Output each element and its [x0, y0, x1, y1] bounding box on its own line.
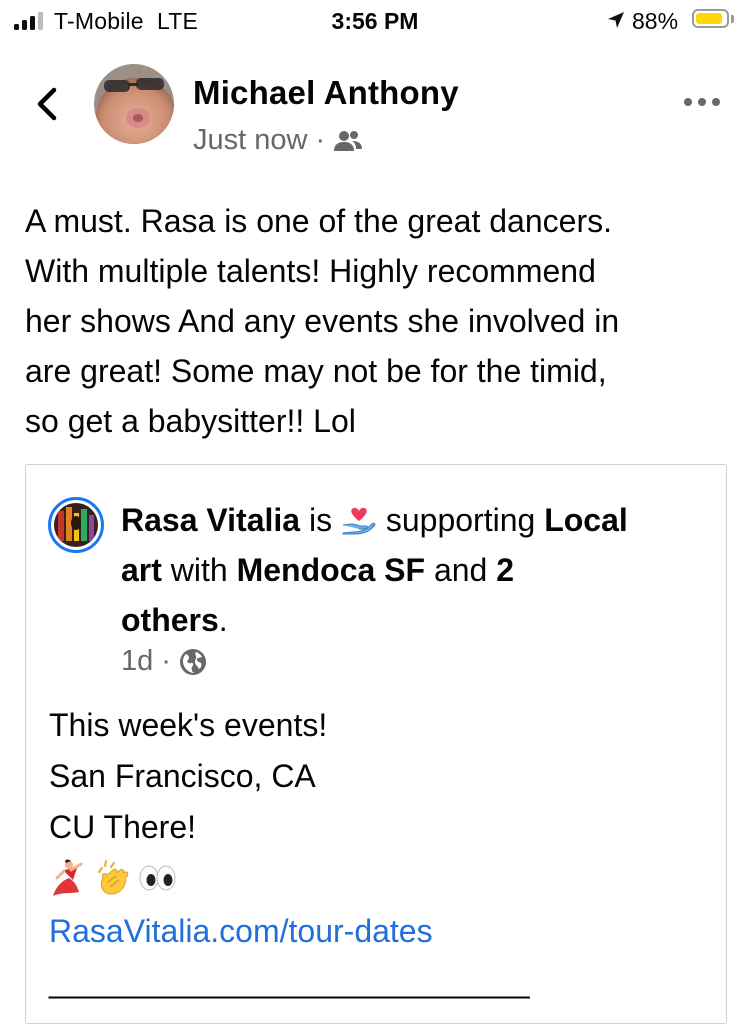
post-meta: Just now ·: [193, 124, 363, 157]
more-options-button[interactable]: [684, 96, 720, 108]
heart-hand-icon: [342, 507, 376, 535]
battery-percent: 88%: [632, 8, 679, 34]
status-bar: T-Mobile LTE 3:56 PM 88%: [0, 0, 750, 42]
friends-icon[interactable]: [333, 129, 363, 153]
emoji-row: [49, 858, 177, 898]
location-arrow-icon: [608, 12, 624, 28]
shared-tagged-page[interactable]: Mendoca SF: [237, 552, 425, 588]
author-avatar[interactable]: [94, 64, 174, 144]
clapping-hands-icon: [98, 860, 129, 895]
author-name[interactable]: Michael Anthony: [193, 74, 459, 112]
shared-body-line: CU There!: [49, 809, 197, 845]
post-text-line: are great! Some may not be for the timid…: [25, 353, 607, 389]
tour-dates-link[interactable]: RasaVitalia.com/tour-dates: [49, 906, 433, 957]
post-text-line: her shows And any events she involved in: [25, 303, 620, 339]
shared-text-supporting: supporting: [376, 502, 545, 538]
shared-cause-part2[interactable]: art: [121, 552, 162, 588]
shared-post-body: This week's events! San Francisco, CA CU…: [49, 700, 327, 853]
meta-separator: ·: [315, 124, 326, 156]
shared-others-link[interactable]: others: [121, 602, 219, 638]
divider-line: ___________________________: [49, 963, 530, 999]
shared-author-name[interactable]: Rasa Vitalia: [121, 502, 300, 538]
shared-text-with: with: [161, 552, 237, 588]
shared-body-line: This week's events!: [49, 707, 328, 743]
back-button[interactable]: [28, 82, 68, 126]
eyes-icon: [139, 865, 176, 891]
shared-post-timestamp[interactable]: 1d: [121, 645, 153, 678]
shared-period: .: [218, 602, 228, 638]
shared-author-avatar[interactable]: [48, 497, 104, 553]
shared-text-is: is: [300, 502, 341, 538]
chevron-left-icon: [37, 87, 57, 121]
globe-icon[interactable]: [179, 648, 207, 676]
battery-cap: [731, 15, 734, 23]
shared-text-and: and: [425, 552, 497, 588]
shared-body-line: San Francisco, CA: [49, 758, 316, 794]
shared-others-count[interactable]: 2: [496, 552, 514, 588]
post-text-line: With multiple talents! Highly recommend: [25, 253, 596, 289]
battery-icon: [692, 9, 729, 28]
shared-cause-part1[interactable]: Local: [544, 502, 628, 538]
shared-meta-separator: ·: [161, 645, 171, 677]
shared-post-header: Rasa Vitalia is supporting Local art wit…: [121, 495, 701, 645]
post-text-line: A must. Rasa is one of the great dancers…: [25, 203, 612, 239]
post-timestamp[interactable]: Just now: [193, 124, 307, 157]
post-text: A must. Rasa is one of the great dancers…: [25, 196, 725, 446]
more-horizontal-icon: [684, 98, 692, 106]
dancer-icon: [53, 859, 83, 896]
shared-post-meta: 1d ·: [121, 645, 207, 678]
post-text-line: so get a babysitter!! Lol: [25, 403, 356, 439]
